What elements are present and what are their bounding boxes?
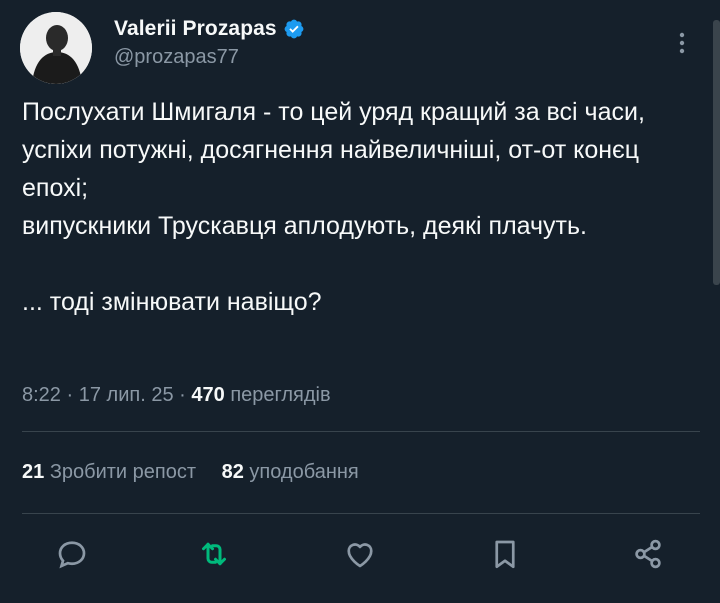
bookmark-icon[interactable] <box>487 536 523 572</box>
reposts-label: Зробити репост <box>49 461 197 483</box>
tweet-text: Послухати Шмигаля - то цей уряд кращий з… <box>22 93 702 321</box>
divider <box>22 431 700 432</box>
tweet-text-line: Послухати Шмигаля - то цей уряд кращий з… <box>22 98 645 202</box>
avatar[interactable] <box>20 12 92 84</box>
tweet-meta: 8:22 · 17 лип. 25 · 470 переглядів <box>22 384 331 407</box>
verified-badge-icon <box>284 19 304 39</box>
engagement-stats: 21 Зробити репост 82 уподобання <box>22 461 379 484</box>
reposts-stat[interactable]: 21 Зробити репост <box>22 461 196 484</box>
likes-count: 82 <box>221 461 244 483</box>
views-label: переглядів <box>230 384 331 406</box>
heart-icon[interactable] <box>342 536 378 572</box>
author-display-name[interactable]: Valerii Prozapas <box>114 17 277 41</box>
scrollbar[interactable] <box>713 20 720 285</box>
action-bar <box>0 536 720 576</box>
tweet-date[interactable]: 17 лип. 25 <box>79 384 174 406</box>
tweet-detail-page: Valerii Prozapas @prozapas77 Послухати Ш… <box>0 0 720 603</box>
tweet-time[interactable]: 8:22 <box>22 384 61 406</box>
tweet-header: Valerii Prozapas @prozapas77 <box>20 12 700 84</box>
share-icon[interactable] <box>630 536 666 572</box>
reply-icon[interactable] <box>54 536 90 572</box>
author-handle[interactable]: @prozapas77 <box>114 46 305 69</box>
divider <box>22 513 700 514</box>
reposts-count: 21 <box>22 461 45 483</box>
meta-separator: · <box>66 384 74 406</box>
author-info: Valerii Prozapas @prozapas77 <box>114 14 305 69</box>
likes-stat[interactable]: 82 уподобання <box>222 461 359 484</box>
tweet-text-line: випускники Трускавця аплодують, деякі пл… <box>22 212 587 240</box>
meta-separator: · <box>179 384 186 406</box>
likes-label: уподобання <box>249 461 359 483</box>
tweet-text-line: ... тоді змінювати навіщо? <box>22 288 322 316</box>
repost-icon[interactable] <box>196 536 232 572</box>
views-count: 470 <box>191 384 225 406</box>
more-vertical-icon[interactable] <box>672 28 692 58</box>
